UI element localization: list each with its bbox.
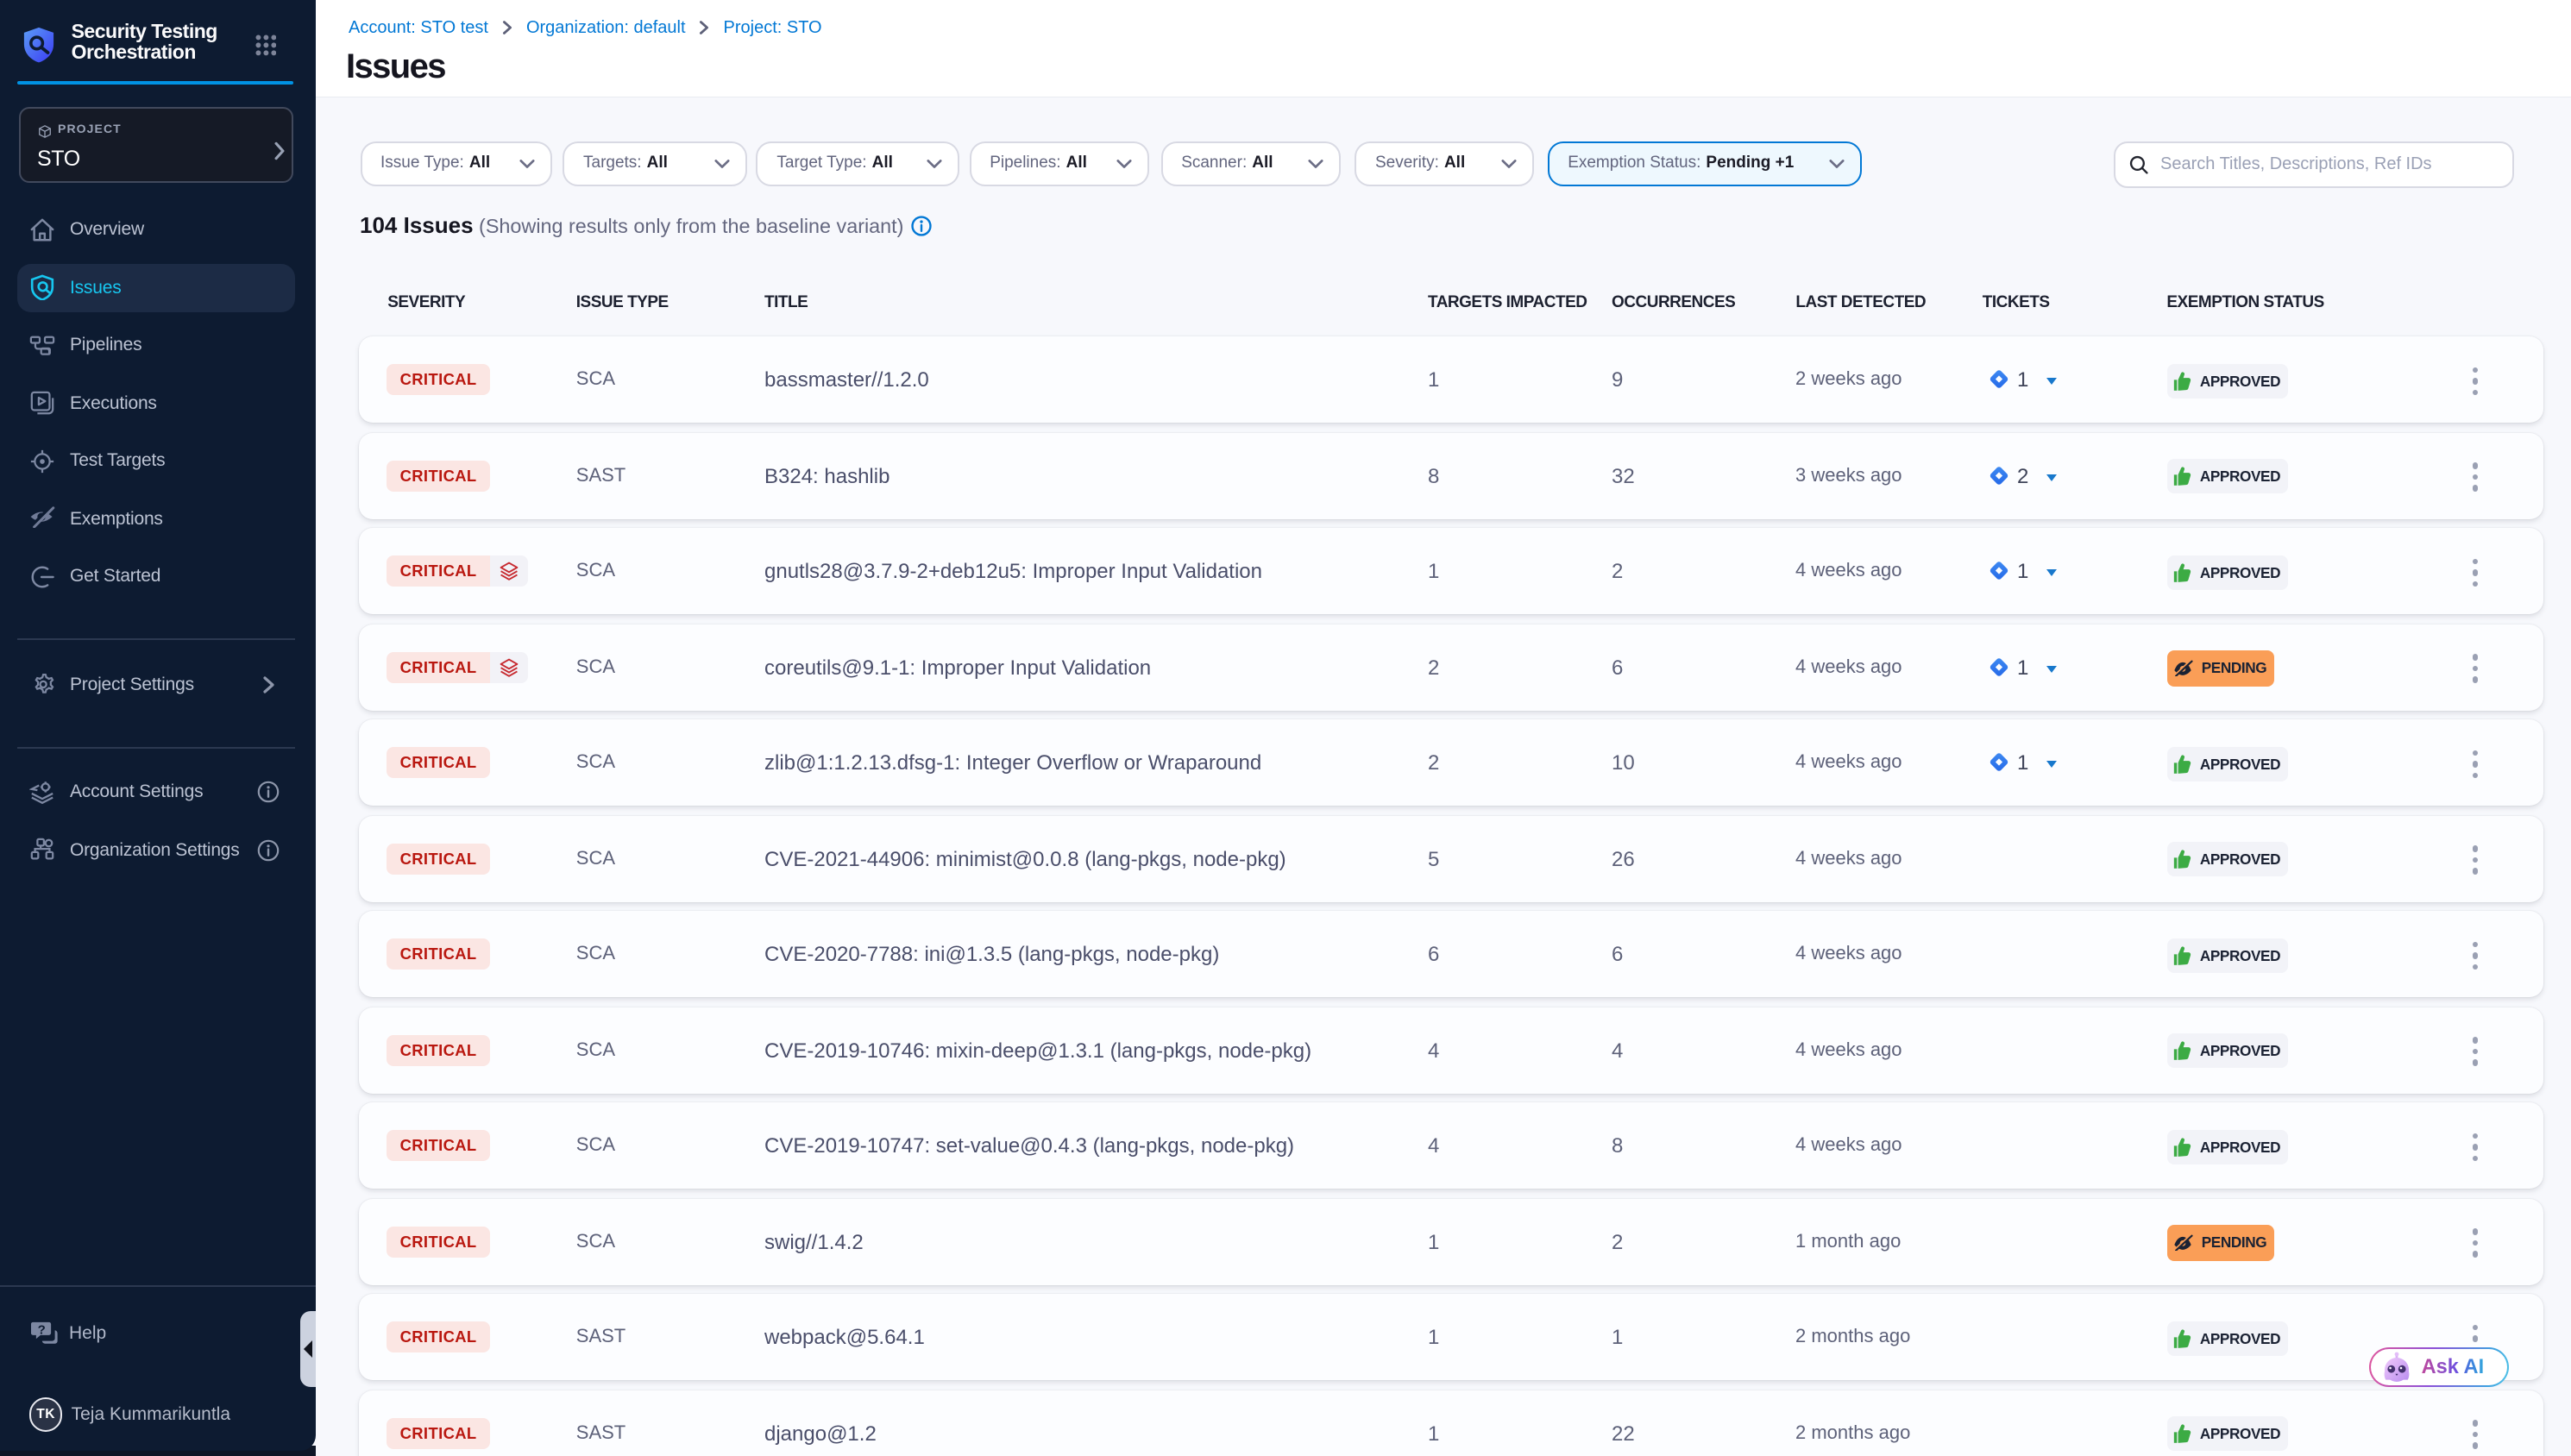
svg-text:?: ? xyxy=(38,1322,46,1337)
